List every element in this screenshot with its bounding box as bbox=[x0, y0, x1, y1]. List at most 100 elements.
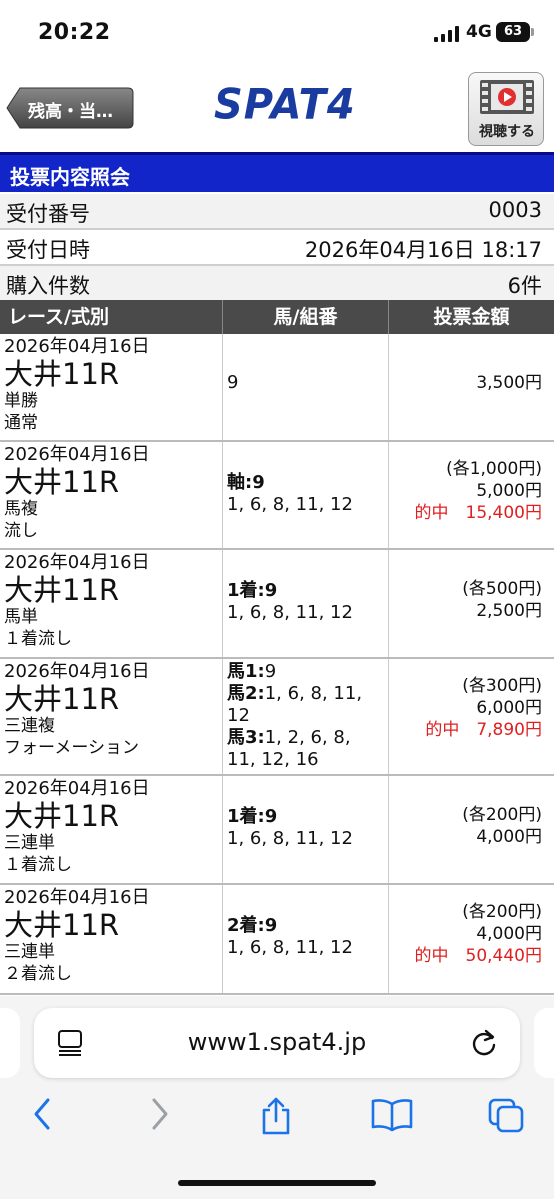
horse-line-label: 1着:9 bbox=[227, 580, 278, 601]
share-icon[interactable] bbox=[258, 1096, 294, 1136]
race-date: 2026年04月16日 bbox=[4, 778, 150, 799]
bet-method: 通常 bbox=[4, 413, 38, 433]
horse-line: 1着:9 bbox=[227, 580, 388, 602]
table-row: 2026年04月16日 大井11R 三連単 １着流し 1着:9 1, 6, 8, 11, … bbox=[0, 776, 554, 885]
horse-line: 1, 6, 8, 11, 12 bbox=[227, 494, 388, 516]
info-label: 受付番号 bbox=[6, 202, 90, 226]
table-row: 2026年04月16日 大井11R 馬複 流し 軸:9 1, 6, 8, 11, 12 (各… bbox=[0, 442, 554, 550]
table-row: 2026年04月16日 大井11R 馬単 １着流し 1着:9 1, 6, 8, 11, 1… bbox=[0, 550, 554, 659]
next-tab-edge[interactable] bbox=[534, 1008, 554, 1078]
page-title-bar: 投票内容照会 bbox=[0, 152, 554, 192]
bet-method: フォーメーション bbox=[4, 738, 139, 758]
horse-line-value: 1, 6, 8, 11, bbox=[264, 683, 363, 704]
info-row-purchase-count: 購入件数 6件 bbox=[0, 266, 554, 302]
horse-line-value: 1, 2, 6, 8, bbox=[264, 727, 351, 748]
bet-amount: 6,000円 bbox=[476, 698, 542, 718]
bet-amount: (各200円) bbox=[462, 805, 542, 825]
race-date: 2026年04月16日 bbox=[4, 552, 150, 573]
bet-amount: 2,500円 bbox=[476, 601, 542, 621]
horse-line: 1着:9 bbox=[227, 806, 388, 828]
table-row: 2026年04月16日 大井11R 三連単 ２着流し 2着:9 1, 6, 8, 11, … bbox=[0, 885, 554, 995]
url-text: www1.spat4.jp bbox=[187, 1028, 367, 1056]
race-course: 大井11R bbox=[4, 465, 120, 499]
bet-amount: (各1,000円) bbox=[446, 459, 542, 479]
back-arrow-icon[interactable] bbox=[30, 1096, 54, 1132]
network-type: 4G bbox=[466, 22, 492, 42]
home-indicator bbox=[178, 1180, 376, 1186]
payout-amount: 的中 50,440円 bbox=[414, 946, 542, 966]
previous-tab-edge[interactable] bbox=[0, 1008, 20, 1078]
amount-cell: (各200円) 4,000円 的中 50,440円 bbox=[388, 885, 554, 993]
bet-method: １着流し bbox=[4, 855, 72, 875]
site-header: 残高・当… SPAT4 視聴する bbox=[0, 66, 554, 152]
horse-line: 1, 6, 8, 11, 12 bbox=[227, 937, 388, 959]
horse-line-value: 11, 12, 16 bbox=[227, 749, 319, 770]
horse-line: 2着:9 bbox=[227, 915, 388, 937]
horse-line: 9 bbox=[227, 372, 388, 394]
signal-icon bbox=[434, 26, 460, 42]
horse-line: 馬3:1, 2, 6, 8, bbox=[227, 727, 388, 749]
watch-video-button[interactable]: 視聴する bbox=[468, 72, 544, 146]
bet-method: １着流し bbox=[4, 629, 72, 649]
horse-line-value: 1, 6, 8, 11, 12 bbox=[227, 602, 353, 623]
race-course: 大井11R bbox=[4, 908, 120, 942]
amount-cell: (各1,000円) 5,000円 的中 15,400円 bbox=[388, 442, 554, 548]
race-date: 2026年04月16日 bbox=[4, 444, 150, 465]
reload-icon[interactable] bbox=[470, 1028, 498, 1058]
status-time: 20:22 bbox=[38, 20, 111, 45]
horse-line-label: 1着:9 bbox=[227, 806, 278, 827]
page-title: 投票内容照会 bbox=[10, 165, 130, 189]
horse-line-label: 2着:9 bbox=[227, 915, 278, 936]
column-header-amount: 投票金額 bbox=[388, 300, 554, 334]
payout-amount: 的中 7,890円 bbox=[425, 720, 542, 740]
horse-line: 1, 6, 8, 11, 12 bbox=[227, 602, 388, 624]
bet-amount: 4,000円 bbox=[476, 827, 542, 847]
watch-video-label: 視聴する bbox=[479, 124, 535, 140]
tabs-icon[interactable] bbox=[486, 1096, 526, 1134]
horse-line: 軸:9 bbox=[227, 472, 388, 494]
info-row-receipt-number: 受付番号 0003 bbox=[0, 194, 554, 230]
race-date: 2026年04月16日 bbox=[4, 661, 150, 682]
table-row: 2026年04月16日 大井11R 単勝 通常 9 3,500円 bbox=[0, 334, 554, 442]
bet-amount: (各200円) bbox=[462, 902, 542, 922]
horse-line: 馬1:9 bbox=[227, 661, 388, 683]
back-button-label: 残高・当… bbox=[28, 102, 113, 122]
info-value: 2026年04月16日 18:17 bbox=[304, 238, 542, 262]
amount-cell: 3,500円 bbox=[388, 334, 554, 440]
back-button[interactable]: 残高・当… bbox=[6, 87, 134, 129]
horse-line-label: 軸:9 bbox=[227, 472, 265, 493]
race-cell: 2026年04月16日 大井11R 三連単 １着流し bbox=[0, 776, 222, 883]
race-date: 2026年04月16日 bbox=[4, 887, 150, 908]
payout-amount: 的中 15,400円 bbox=[414, 503, 542, 523]
race-cell: 2026年04月16日 大井11R 馬複 流し bbox=[0, 442, 222, 548]
info-row-receipt-time: 受付日時 2026年04月16日 18:17 bbox=[0, 230, 554, 266]
horse-cell: 軸:9 1, 6, 8, 11, 12 bbox=[222, 442, 388, 548]
horse-line-value: 9 bbox=[264, 661, 277, 682]
column-header-race: レース/式別 bbox=[8, 306, 109, 328]
horse-line-label: 馬2: bbox=[227, 683, 265, 704]
bet-type: 三連複 bbox=[4, 716, 55, 736]
horse-line: 1, 6, 8, 11, 12 bbox=[227, 828, 388, 850]
race-cell: 2026年04月16日 大井11R 三連単 ２着流し bbox=[0, 885, 222, 993]
horse-line-label: 馬3: bbox=[227, 727, 265, 748]
horse-line-value: 9 bbox=[227, 372, 239, 393]
bet-method: ２着流し bbox=[4, 964, 72, 984]
horse-line: 11, 12, 16 bbox=[227, 749, 388, 771]
race-cell: 2026年04月16日 大井11R 三連複 フォーメーション bbox=[0, 659, 222, 774]
bet-type: 三連単 bbox=[4, 942, 55, 962]
bet-amount: (各500円) bbox=[462, 579, 542, 599]
bookmarks-icon[interactable] bbox=[370, 1096, 414, 1132]
horse-cell: 1着:9 1, 6, 8, 11, 12 bbox=[222, 550, 388, 657]
horse-cell: 2着:9 1, 6, 8, 11, 12 bbox=[222, 885, 388, 993]
forward-arrow-icon[interactable] bbox=[148, 1096, 172, 1132]
horse-line: 馬2:1, 6, 8, 11, bbox=[227, 683, 388, 705]
horse-line-label: 馬1: bbox=[227, 661, 265, 682]
bet-amount: (各300円) bbox=[462, 676, 542, 696]
info-label: 購入件数 bbox=[6, 274, 90, 298]
address-bar[interactable]: www1.spat4.jp bbox=[34, 1008, 520, 1078]
bet-type: 馬単 bbox=[4, 607, 38, 627]
film-play-icon bbox=[480, 80, 534, 114]
horse-line-value: 12 bbox=[227, 705, 250, 726]
race-cell: 2026年04月16日 大井11R 単勝 通常 bbox=[0, 334, 222, 440]
amount-cell: (各200円) 4,000円 bbox=[388, 776, 554, 883]
